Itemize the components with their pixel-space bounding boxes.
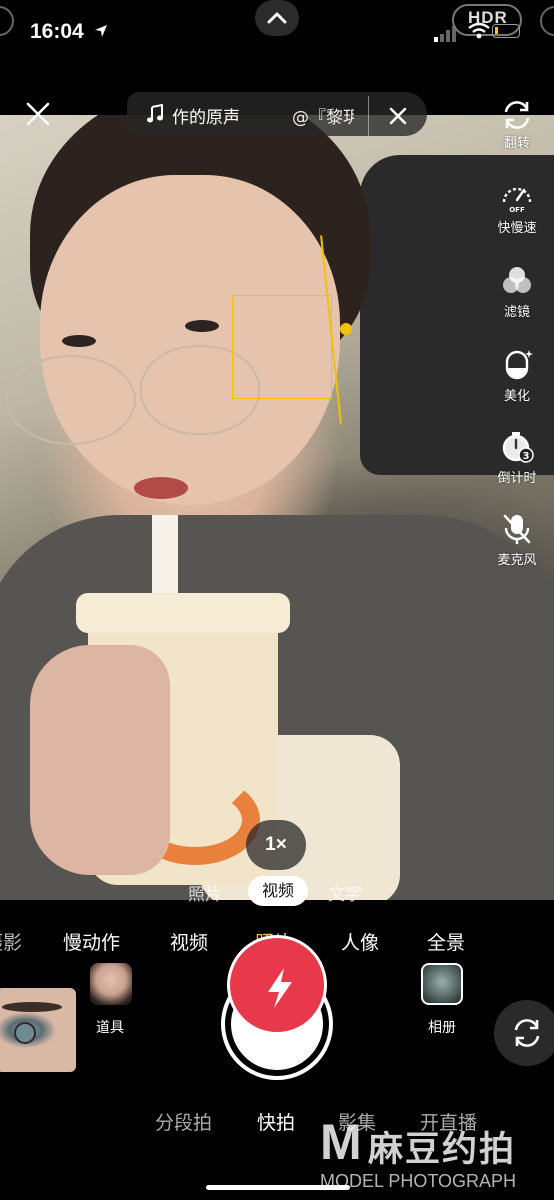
tool-filter[interactable]: 滤镜: [492, 264, 542, 320]
remove-music-icon[interactable]: [388, 106, 408, 126]
wifi-icon: [468, 22, 490, 39]
mode-slow-motion[interactable]: 慢动作: [63, 928, 120, 955]
location-arrow-icon: [95, 25, 107, 37]
watermark: M 麻豆约拍 MODEL PHOTOGRAPH: [316, 1113, 554, 1200]
watermark-mark: M: [320, 1114, 362, 1170]
countdown-badge: 3: [523, 451, 530, 462]
tool-beautify[interactable]: 美化: [492, 346, 542, 404]
lightning-bolt-icon: [268, 968, 292, 1008]
preview-eye: [185, 320, 219, 332]
watermark-cn: 麻豆约拍: [368, 1130, 517, 1170]
submode-video[interactable]: 视频: [248, 876, 308, 906]
music-divider: [368, 96, 369, 136]
tool-label: 麦克风: [497, 553, 537, 568]
speed-dial-icon: OFF: [502, 187, 532, 214]
countdown-timer-icon: 3: [502, 432, 534, 463]
submode-photo[interactable]: 照片: [188, 880, 222, 905]
tool-countdown[interactable]: 3 倒计时: [492, 430, 542, 486]
tool-flip[interactable]: 翻转: [492, 98, 542, 151]
collapse-chevron-button[interactable]: [255, 0, 299, 36]
exposure-sun-icon[interactable]: [340, 323, 352, 335]
preview-hand: [30, 645, 170, 875]
tool-label: 美化: [503, 389, 530, 404]
mode-portrait[interactable]: 人像: [341, 928, 379, 955]
tool-microphone[interactable]: 麦克风: [492, 512, 542, 568]
tool-speed[interactable]: OFF 快慢速: [492, 180, 542, 236]
preview-eye: [62, 335, 96, 347]
music-note-icon: [147, 104, 163, 123]
music-artist: @『黎玥: [292, 108, 354, 128]
speed-badge: OFF: [509, 206, 525, 214]
close-icon[interactable]: [24, 100, 52, 128]
rotate-camera-icon: [514, 1019, 540, 1047]
zoom-button[interactable]: 1×: [246, 820, 306, 870]
submode-text[interactable]: 文字: [328, 880, 362, 905]
thumb-eye: [14, 1022, 36, 1044]
filter-circles-icon: [503, 267, 531, 293]
recent-media-thumbnail[interactable]: [0, 988, 76, 1072]
tab-quick-shoot[interactable]: 快拍: [257, 1108, 295, 1135]
home-indicator[interactable]: [206, 1185, 350, 1190]
status-bar: 16:04 HDR: [0, 0, 554, 70]
tool-label: 快慢速: [497, 221, 537, 236]
album-label: 相册: [428, 1020, 456, 1036]
mode-panorama[interactable]: 全景: [427, 928, 465, 955]
beautify-face-icon: [505, 350, 533, 380]
preview-lips: [134, 477, 188, 499]
music-title: 作的原声: [172, 108, 240, 128]
edge-circle-icon: [0, 6, 14, 36]
album-thumbnail[interactable]: [421, 963, 463, 1005]
props-thumbnail[interactable]: [90, 963, 132, 1005]
tool-label: 倒计时: [497, 471, 537, 486]
microphone-off-icon: [503, 514, 531, 544]
mode-video[interactable]: 视频: [170, 928, 208, 955]
status-time: 16:04: [30, 20, 84, 43]
switch-camera-button[interactable]: [494, 1000, 554, 1066]
chevron-up-icon: [267, 12, 287, 24]
preview-glasses: [6, 355, 136, 445]
tool-label: 翻转: [503, 136, 530, 151]
focus-box: [232, 295, 332, 399]
preview-cup-lid: [76, 593, 290, 633]
props-label: 道具: [96, 1020, 124, 1036]
thumb-brow: [2, 1002, 62, 1012]
tab-segment-shoot[interactable]: 分段拍: [155, 1108, 212, 1135]
edge-circle-icon: [540, 6, 554, 36]
camera-preview[interactable]: [0, 115, 554, 900]
tool-label: 滤镜: [503, 305, 530, 320]
flip-camera-icon: [504, 101, 530, 129]
mode-photography[interactable]: 摄影: [0, 928, 22, 955]
quick-shoot-button[interactable]: [227, 935, 327, 1035]
battery-icon: [492, 24, 520, 38]
